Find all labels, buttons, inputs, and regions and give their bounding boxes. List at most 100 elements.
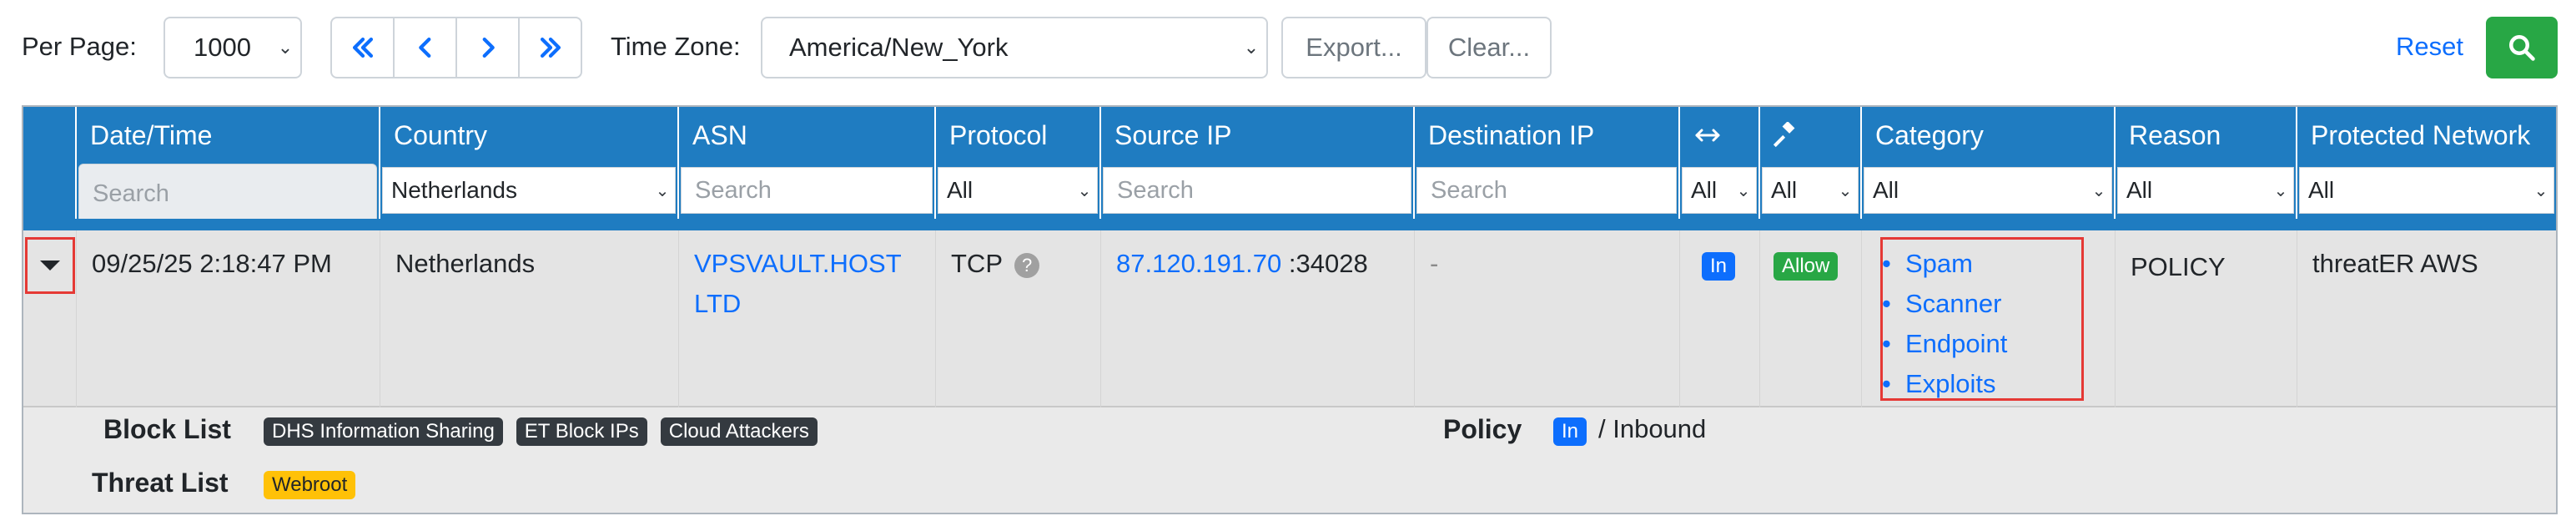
previous-page-button[interactable]	[395, 18, 457, 77]
chevron-down-icon: ⌄	[655, 181, 670, 200]
category-select-value: All	[1873, 177, 1899, 203]
policy-label: Policy	[1443, 414, 1522, 444]
row-protected-network: threatER AWS	[2312, 249, 2478, 278]
source-ip-search-input[interactable]: Search	[1103, 167, 1411, 214]
first-page-button[interactable]	[332, 18, 395, 77]
events-table: Date/Time Country ASN Protocol Source IP…	[22, 105, 2558, 514]
row-expand-toggle[interactable]	[25, 237, 75, 294]
chevron-down-icon: ⌄	[1736, 181, 1751, 200]
header-action[interactable]	[1760, 107, 1862, 164]
arrows-left-right-icon	[1695, 129, 1720, 142]
filter-source-ip: Search	[1101, 164, 1415, 219]
filter-protected-network: All ⌄	[2297, 164, 2556, 219]
per-page-select[interactable]: 1000 ⌄	[164, 17, 302, 78]
protected-network-select-value: All	[2308, 177, 2335, 203]
help-icon[interactable]: ?	[1014, 252, 1040, 278]
caret-down-icon	[40, 261, 60, 271]
row-source-ip: 87.120.191.70 :34028	[1101, 230, 1415, 407]
header-category[interactable]: Category	[1862, 107, 2116, 164]
protocol-value: TCP	[951, 249, 1003, 278]
row-detail-panel: Block List DHS Information Sharing ET Bl…	[23, 409, 2556, 513]
next-page-button[interactable]	[457, 18, 520, 77]
chevron-down-icon: ⌄	[2533, 181, 2548, 200]
clear-button[interactable]: Clear...	[1426, 17, 1552, 78]
chevron-down-icon: ⌄	[277, 37, 294, 58]
chevron-left-icon	[418, 37, 430, 58]
protocol-select-value: All	[947, 177, 974, 203]
category-highlight-box	[1880, 237, 2084, 401]
block-list-tag: DHS Information Sharing	[264, 417, 503, 446]
time-zone-value: America/New_York	[789, 33, 1009, 62]
row-country: Netherlands	[380, 230, 679, 407]
row-protocol: TCP ?	[936, 230, 1101, 407]
source-ip-link[interactable]: 87.120.191.70	[1116, 249, 1281, 278]
filter-reason: All ⌄	[2116, 164, 2297, 219]
filter-datetime: Search	[77, 164, 380, 224]
threat-list-tags: Webroot	[264, 471, 356, 499]
policy-badge: In	[1553, 417, 1587, 446]
block-list-tag: ET Block IPs	[516, 417, 647, 446]
reason-select[interactable]: All ⌄	[2117, 167, 2294, 214]
action-badge: Allow	[1774, 252, 1839, 281]
filter-asn: Search	[679, 164, 936, 219]
filter-direction: All ⌄	[1680, 164, 1760, 219]
row-destination-ip: -	[1415, 230, 1680, 407]
header-bottom-strip	[23, 219, 2556, 230]
asn-link-line1[interactable]: VPSVAULT.HOST	[694, 244, 935, 284]
block-list-tags: DHS Information Sharing ET Block IPs Clo…	[264, 417, 818, 446]
direction-select-value: All	[1691, 177, 1718, 203]
filter-country: Netherlands ⌄	[380, 164, 679, 219]
search-button[interactable]	[2486, 17, 2558, 78]
country-select-value: Netherlands	[391, 177, 517, 203]
double-chevron-right-icon	[540, 37, 561, 58]
block-list-tag: Cloud Attackers	[660, 417, 818, 446]
protocol-select[interactable]: All ⌄	[938, 167, 1098, 214]
category-select[interactable]: All ⌄	[1864, 167, 2112, 214]
row-datetime: 09/25/25 2:18:47 PM	[77, 230, 380, 407]
block-list-label: Block List	[103, 414, 231, 444]
row-reason: POLICY	[2116, 230, 2297, 407]
action-select-value: All	[1771, 177, 1798, 203]
chevron-right-icon	[482, 37, 495, 58]
row-direction: In	[1680, 230, 1760, 407]
header-country[interactable]: Country	[380, 107, 679, 164]
direction-select[interactable]: All ⌄	[1682, 167, 1757, 214]
chevron-down-icon: ⌄	[1077, 181, 1092, 200]
datetime-search-input[interactable]: Search	[78, 164, 377, 224]
header-reason[interactable]: Reason	[2116, 107, 2297, 164]
threat-list-label: Threat List	[92, 468, 229, 498]
chevron-down-icon: ⌄	[1838, 181, 1853, 200]
row-asn: VPSVAULT.HOST LTD	[679, 230, 936, 407]
header-protected-network[interactable]: Protected Network	[2297, 107, 2556, 164]
asn-search-input[interactable]: Search	[681, 167, 933, 214]
header-direction[interactable]	[1680, 107, 1760, 164]
asn-link-line2[interactable]: LTD	[694, 284, 935, 324]
filter-protocol: All ⌄	[936, 164, 1101, 219]
destination-ip-search-input[interactable]: Search	[1416, 167, 1677, 214]
chevron-down-icon: ⌄	[2273, 181, 2288, 200]
table-header: Date/Time Country ASN Protocol Source IP…	[23, 107, 2556, 164]
export-button[interactable]: Export...	[1281, 17, 1426, 78]
chevron-down-icon: ⌄	[2091, 181, 2106, 200]
time-zone-select[interactable]: America/New_York ⌄	[761, 17, 1268, 78]
header-datetime[interactable]: Date/Time	[77, 107, 380, 164]
header-source-ip[interactable]: Source IP	[1101, 107, 1415, 164]
header-asn[interactable]: ASN	[679, 107, 936, 164]
action-select[interactable]: All ⌄	[1762, 167, 1859, 214]
gavel-icon	[1774, 122, 1795, 148]
header-destination-ip[interactable]: Destination IP	[1415, 107, 1680, 164]
header-protocol[interactable]: Protocol	[936, 107, 1101, 164]
row-expand-cell	[23, 230, 77, 407]
country-select[interactable]: Netherlands ⌄	[382, 167, 676, 214]
table-row[interactable]: 09/25/25 2:18:47 PM Netherlands VPSVAULT…	[23, 230, 2556, 407]
last-page-button[interactable]	[520, 18, 581, 77]
chevron-down-icon: ⌄	[1243, 37, 1260, 58]
reset-link[interactable]: Reset	[2396, 30, 2463, 63]
source-port: :34028	[1288, 249, 1368, 278]
pagination	[330, 17, 582, 78]
header-expand-column	[23, 107, 77, 164]
toolbar: Per Page: 1000 ⌄ Time Zone: America/New_…	[0, 0, 2576, 97]
per-page-label: Per Page:	[22, 32, 137, 61]
filter-expand-column	[23, 164, 77, 219]
protected-network-select[interactable]: All ⌄	[2299, 167, 2554, 214]
